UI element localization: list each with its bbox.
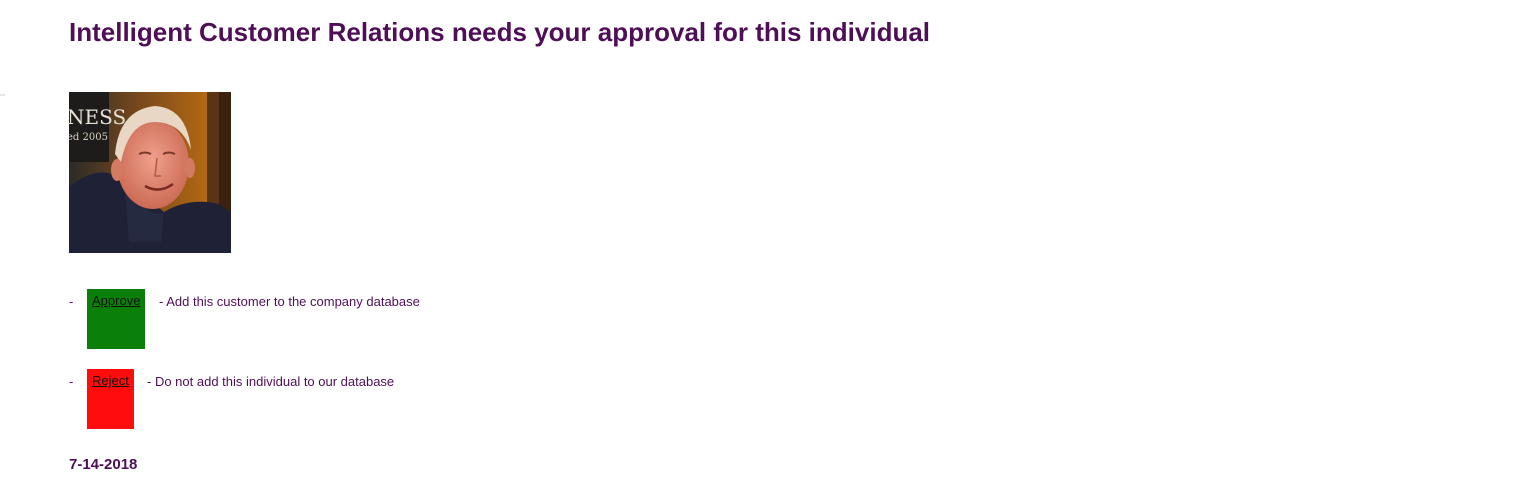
sign-text: NESS	[69, 105, 126, 129]
date-label: 7-14-2018	[69, 456, 138, 473]
bullet-dash: -	[69, 294, 74, 309]
approve-button[interactable]: Approve	[87, 289, 145, 349]
approve-description: - Add this customer to the company datab…	[159, 294, 420, 309]
reject-button[interactable]: Reject	[87, 369, 134, 429]
bullet-dash: -	[69, 374, 74, 389]
reject-description: - Do not add this individual to our data…	[147, 374, 395, 389]
edge-mark	[0, 94, 5, 96]
page-title: Intelligent Customer Relations needs you…	[69, 17, 931, 47]
individual-photo: NESS ed 2005	[69, 92, 231, 253]
sign-subtext: ed 2005	[69, 132, 108, 143]
